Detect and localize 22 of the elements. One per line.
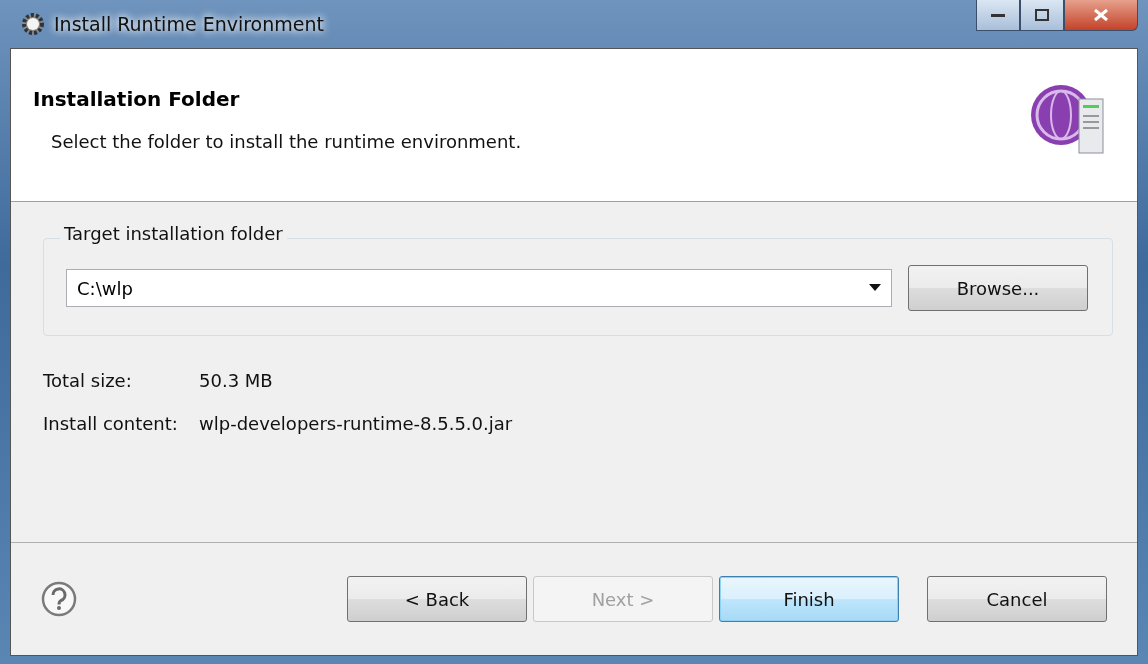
folder-combo-field[interactable]: C:\wlp bbox=[66, 269, 892, 307]
gear-icon bbox=[20, 11, 46, 37]
close-icon bbox=[1093, 8, 1109, 22]
page-description: Select the folder to install the runtime environment. bbox=[51, 131, 522, 152]
detail-value: 50.3 MB bbox=[199, 370, 274, 391]
close-button[interactable] bbox=[1064, 0, 1138, 31]
detail-label: Install content: bbox=[43, 413, 179, 434]
browse-button[interactable]: Browse... bbox=[908, 265, 1088, 311]
detail-value: wlp-developers-runtime-8.5.5.0.jar bbox=[199, 413, 513, 434]
minimize-icon bbox=[991, 12, 1005, 18]
wizard-button[interactable]: Finish bbox=[719, 576, 899, 622]
maximize-icon bbox=[1035, 9, 1049, 21]
wizard-button[interactable]: < Back bbox=[347, 576, 527, 622]
detail-label: Total size: bbox=[43, 370, 133, 391]
help-icon[interactable] bbox=[41, 581, 77, 617]
window-title: Install Runtime Environment bbox=[54, 13, 324, 35]
dropdown-arrow-icon bbox=[869, 284, 881, 292]
page-title: Installation Folder bbox=[33, 87, 241, 111]
wizard-button[interactable]: Cancel bbox=[927, 576, 1107, 622]
minimize-button[interactable] bbox=[976, 0, 1020, 31]
group-label: Target installation folder bbox=[60, 223, 287, 244]
maximize-button[interactable] bbox=[1020, 0, 1064, 31]
